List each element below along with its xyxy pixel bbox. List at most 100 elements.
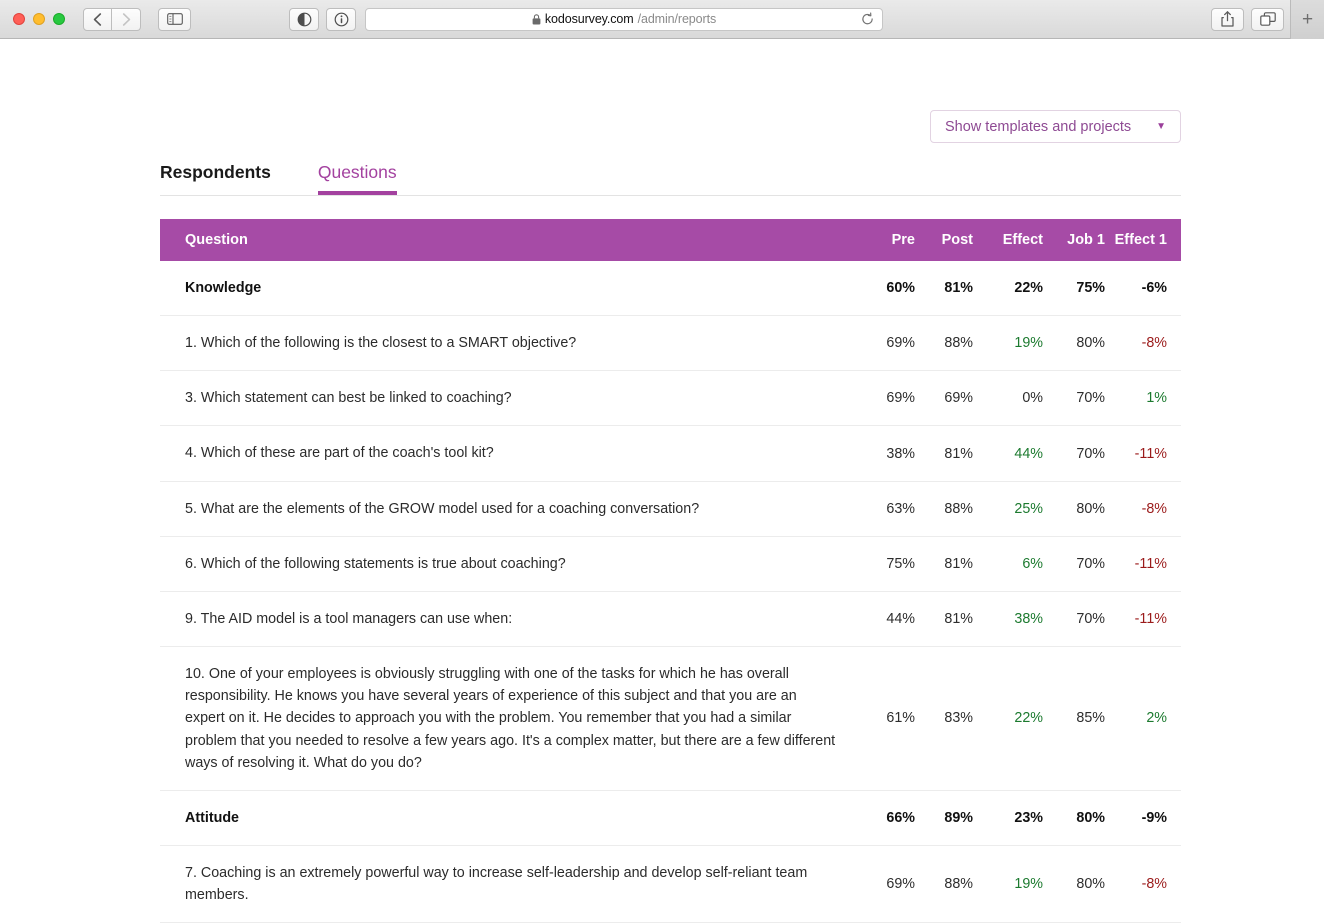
- column-header-job1[interactable]: Job 1: [1043, 219, 1105, 261]
- privacy-shield-icon: [297, 12, 312, 27]
- column-header-post[interactable]: Post: [915, 219, 973, 261]
- cell-effect1: -11%: [1105, 536, 1181, 591]
- cell-post: 83%: [915, 647, 973, 791]
- cell-pre: 75%: [857, 536, 915, 591]
- cell-question: 9. The AID model is a tool managers can …: [160, 591, 857, 646]
- tab-respondents[interactable]: Respondents: [160, 162, 271, 194]
- browser-toolbar: kodosurvey.com/admin/reports +: [0, 0, 1324, 39]
- cell-post: 89%: [915, 790, 973, 845]
- cell-post: 81%: [915, 426, 973, 481]
- table-row[interactable]: 7. Coaching is an extremely powerful way…: [160, 846, 1181, 923]
- cell-question: Knowledge: [160, 261, 857, 316]
- report-tabs: Respondents Questions: [160, 162, 1181, 196]
- window-controls: [0, 13, 65, 25]
- dropdown-label: Show templates and projects: [945, 119, 1131, 135]
- table-row[interactable]: Knowledge60%81%22%75%-6%: [160, 261, 1181, 316]
- cell-question: Attitude: [160, 790, 857, 845]
- show-templates-and-projects-dropdown[interactable]: Show templates and projects ▼: [930, 110, 1181, 143]
- cell-post: 81%: [915, 591, 973, 646]
- cell-effect: 19%: [973, 316, 1043, 371]
- cell-effect1: 2%: [1105, 647, 1181, 791]
- table-row[interactable]: 4. Which of these are part of the coach'…: [160, 426, 1181, 481]
- tab-overview-button[interactable]: [1251, 8, 1284, 31]
- table-row[interactable]: 10. One of your employees is obviously s…: [160, 647, 1181, 791]
- reader-info-button[interactable]: [326, 8, 356, 31]
- table-row[interactable]: 3. Which statement can best be linked to…: [160, 371, 1181, 426]
- toolbar-right-buttons: [1211, 8, 1284, 31]
- forward-arrow-icon: [122, 13, 131, 26]
- cell-post: 69%: [915, 371, 973, 426]
- back-button[interactable]: [83, 8, 112, 31]
- questions-table: Question Pre Post Effect Job 1 Effect 1 …: [160, 219, 1181, 923]
- tab-questions[interactable]: Questions: [318, 162, 397, 194]
- column-header-effect[interactable]: Effect: [973, 219, 1043, 261]
- new-tab-button[interactable]: +: [1290, 0, 1324, 39]
- cell-job1: 80%: [1043, 846, 1105, 923]
- cell-effect: 19%: [973, 846, 1043, 923]
- url-domain: kodosurvey.com: [545, 12, 634, 26]
- cell-job1: 70%: [1043, 426, 1105, 481]
- share-button[interactable]: [1211, 8, 1244, 31]
- chevron-down-icon: ▼: [1156, 122, 1166, 132]
- cell-post: 81%: [915, 536, 973, 591]
- cell-pre: 69%: [857, 316, 915, 371]
- content-blocker-buttons: [289, 8, 356, 31]
- table-body: Knowledge60%81%22%75%-6%1. Which of the …: [160, 261, 1181, 923]
- cell-pre: 69%: [857, 371, 915, 426]
- forward-button[interactable]: [112, 8, 141, 31]
- column-header-question[interactable]: Question: [160, 219, 857, 261]
- cell-effect: 0%: [973, 371, 1043, 426]
- cell-effect: 38%: [973, 591, 1043, 646]
- cell-job1: 80%: [1043, 790, 1105, 845]
- cell-job1: 80%: [1043, 316, 1105, 371]
- cell-effect1: -8%: [1105, 846, 1181, 923]
- cell-job1: 80%: [1043, 481, 1105, 536]
- reload-button[interactable]: [861, 13, 874, 26]
- cell-effect1: 1%: [1105, 371, 1181, 426]
- back-arrow-icon: [93, 13, 102, 26]
- cell-effect: 6%: [973, 536, 1043, 591]
- cell-post: 88%: [915, 316, 973, 371]
- table-row[interactable]: 6. Which of the following statements is …: [160, 536, 1181, 591]
- cell-pre: 38%: [857, 426, 915, 481]
- navigation-buttons: [83, 8, 141, 31]
- url-text: kodosurvey.com/admin/reports: [532, 12, 716, 26]
- table-row[interactable]: 5. What are the elements of the GROW mod…: [160, 481, 1181, 536]
- url-path: /admin/reports: [638, 12, 717, 26]
- minimize-window-button[interactable]: [33, 13, 45, 25]
- sidebar-toggle-icon: [167, 13, 183, 25]
- close-window-button[interactable]: [13, 13, 25, 25]
- cell-effect1: -6%: [1105, 261, 1181, 316]
- table-row[interactable]: 9. The AID model is a tool managers can …: [160, 591, 1181, 646]
- cell-question: 10. One of your employees is obviously s…: [160, 647, 857, 791]
- table-head: Question Pre Post Effect Job 1 Effect 1: [160, 219, 1181, 261]
- table-row[interactable]: 1. Which of the following is the closest…: [160, 316, 1181, 371]
- cell-effect: 22%: [973, 647, 1043, 791]
- address-bar[interactable]: kodosurvey.com/admin/reports: [365, 8, 883, 31]
- cell-effect: 23%: [973, 790, 1043, 845]
- share-icon: [1221, 11, 1234, 27]
- cell-job1: 70%: [1043, 371, 1105, 426]
- cell-effect1: -11%: [1105, 426, 1181, 481]
- cell-question: 4. Which of these are part of the coach'…: [160, 426, 857, 481]
- column-header-pre[interactable]: Pre: [857, 219, 915, 261]
- cell-post: 81%: [915, 261, 973, 316]
- cell-job1: 85%: [1043, 647, 1105, 791]
- table-row[interactable]: Attitude66%89%23%80%-9%: [160, 790, 1181, 845]
- cell-pre: 60%: [857, 261, 915, 316]
- cell-effect1: -8%: [1105, 316, 1181, 371]
- cell-effect1: -9%: [1105, 790, 1181, 845]
- page-body: Show templates and projects ▼ Respondent…: [0, 39, 1324, 897]
- cell-question: 5. What are the elements of the GROW mod…: [160, 481, 857, 536]
- cell-post: 88%: [915, 481, 973, 536]
- cell-question: 6. Which of the following statements is …: [160, 536, 857, 591]
- column-header-effect1[interactable]: Effect 1: [1105, 219, 1181, 261]
- sidebar-toggle-button[interactable]: [158, 8, 191, 31]
- tab-overview-icon: [1260, 12, 1276, 26]
- privacy-report-button[interactable]: [289, 8, 319, 31]
- cell-post: 88%: [915, 846, 973, 923]
- info-icon: [334, 12, 349, 27]
- cell-effect: 44%: [973, 426, 1043, 481]
- cell-effect1: -8%: [1105, 481, 1181, 536]
- maximize-window-button[interactable]: [53, 13, 65, 25]
